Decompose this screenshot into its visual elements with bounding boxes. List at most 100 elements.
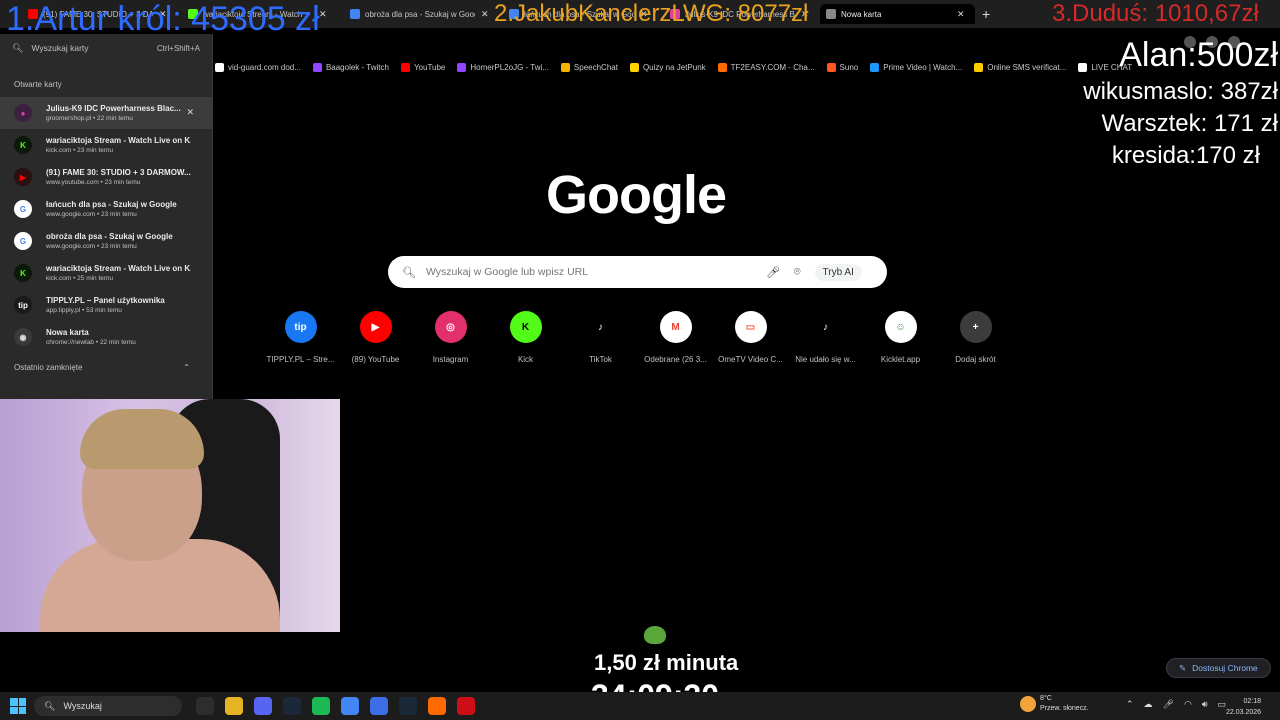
browser-tab[interactable]: obroża dla psa - Szukaj w Goog ✕	[344, 4, 502, 24]
open-tab-item[interactable]: Kwariaciktoja Stream - Watch Live on K..…	[0, 257, 212, 289]
top-donor: Alan:500zł	[1119, 36, 1278, 74]
customize-chrome-button[interactable]: ✎ Dostosuj Chrome	[1166, 658, 1271, 678]
wifi-icon[interactable]: ◠	[1184, 699, 1192, 710]
tab-favicon-icon	[826, 9, 836, 19]
battery-icon[interactable]: ▭	[1218, 699, 1227, 710]
bookmark-item[interactable]: Suno	[826, 62, 858, 72]
new-tab-button[interactable]: +	[982, 6, 990, 22]
close-icon[interactable]: ✕	[186, 107, 194, 118]
open-tab-meta: www.google.com • 23 min temu	[46, 211, 137, 218]
open-tab-text: Julius-K9 IDC Powerharness Blac... groome…	[46, 104, 191, 122]
microphone-icon[interactable]: 🎤︎	[1163, 699, 1174, 710]
shortcut-label: Dodaj skrót	[955, 355, 996, 364]
windows-taskbar: 🔍︎ Wyszukaj 8°C Przew. słonecz. ⌃ ☁ 🎤︎ ◠…	[0, 692, 1280, 720]
ai-mode-button[interactable]: Tryb AI	[814, 263, 862, 281]
shortcut-label: Kicklet.app	[880, 355, 921, 364]
bookmark-item[interactable]: HomerPL2oJG - Twi...	[457, 62, 549, 72]
open-tab-item[interactable]: ▶ (91) FAME 30: STUDIO + 3 DARMOW... www.y…	[0, 161, 212, 193]
windows-start-icon[interactable]	[10, 698, 26, 714]
open-tab-meta: kick.com • 23 min temu	[46, 147, 113, 154]
taskbar-app-icon[interactable]	[225, 697, 243, 715]
tab-favicon-icon: tip	[14, 296, 32, 314]
tab-favicon-icon: K	[14, 136, 32, 154]
open-tab-item[interactable]: Gobroża dla psa - Szukaj w Google www.goo…	[0, 225, 212, 257]
donation-rank-1: 1.Artur król: 45305 zł	[6, 0, 320, 38]
open-tab-text: wariaciktoja Stream - Watch Live on K...…	[46, 264, 191, 282]
bookmark-item[interactable]: vid-guard.com dod...	[215, 62, 301, 72]
browser-tab[interactable]: Nowa karta ✕	[820, 4, 975, 24]
close-icon[interactable]: ✕	[319, 9, 327, 20]
microphone-icon[interactable]: 🎤︎	[766, 266, 780, 279]
chevron-up-icon[interactable]: ⌃	[1126, 699, 1134, 710]
open-tab-item[interactable]: ◉ Nowa karta chrome://newtab • 22 min temu	[0, 321, 212, 353]
bookmark-favicon-icon	[717, 62, 727, 72]
open-tab-meta: chrome://newtab • 22 min temu	[46, 339, 136, 346]
shortcut-tile[interactable]: M Odebrane (26 3...	[638, 311, 713, 364]
taskbar-search-label: Wyszukaj	[63, 701, 102, 711]
taskbar-app-icon[interactable]	[370, 697, 388, 715]
taskbar-app-icon[interactable]	[312, 697, 330, 715]
shortcut-tile[interactable]: ☺ Kicklet.app	[863, 311, 938, 364]
donation-rank-2: 2.JakubKanclerzLWG: 8077zł	[494, 0, 809, 27]
taskbar-app-icon[interactable]	[428, 697, 446, 715]
tab-favicon-icon: ◉	[14, 328, 32, 346]
open-tab-item[interactable]: tip TIPPLY.PL – Panel użytkownika app.tipp…	[0, 289, 212, 321]
weather-temp: 8°C	[1040, 695, 1052, 702]
bookmark-favicon-icon	[826, 62, 836, 72]
bookmark-item[interactable]: Baagolek - Twitch	[312, 62, 389, 72]
bookmark-item[interactable]: Prime Video | Watch...	[870, 62, 963, 72]
pencil-icon: ✎	[1179, 662, 1187, 673]
taskbar-app-icon[interactable]	[254, 697, 272, 715]
bookmark-label: vid-guard.com dod...	[228, 62, 301, 72]
open-tabs-heading: Otwarte karty	[14, 80, 62, 89]
shortcut-tile[interactable]: + Dodaj skrót	[938, 311, 1013, 364]
volume-icon[interactable]: 🔊︎	[1202, 699, 1208, 710]
open-tab-meta: www.google.com • 23 min temu	[46, 243, 137, 250]
bookmark-item[interactable]: Quizy na JetPunk	[629, 62, 706, 72]
shortcut-tile[interactable]: ♪ Nie udało się w...	[788, 311, 863, 364]
taskbar-app-icon[interactable]	[457, 697, 475, 715]
search-icon: 🔍︎	[12, 42, 24, 53]
taskbar-search[interactable]: 🔍︎ Wyszukaj	[34, 696, 182, 716]
cloud-icon[interactable]: ☁	[1144, 699, 1153, 710]
shortcut-tile[interactable]: K Kick	[488, 311, 563, 364]
tab-favicon-icon	[350, 9, 360, 19]
customize-chrome-label: Dostosuj Chrome	[1192, 663, 1258, 673]
google-search-box[interactable]: 🔍︎ 🎤︎ ⌾ Tryb AI	[388, 256, 887, 288]
bookmark-item[interactable]: YouTube	[400, 62, 445, 72]
shortcut-tile[interactable]: ▶ (89) YouTube	[338, 311, 413, 364]
taskbar-apps	[196, 697, 475, 715]
bookmark-item[interactable]: TF2EASY.COM - Cha...	[717, 62, 815, 72]
donor-entry: kresida:170 zł	[1111, 142, 1260, 169]
bookmark-item[interactable]: Online SMS verificat...	[974, 62, 1066, 72]
bookmark-favicon-icon	[1078, 62, 1088, 72]
shortcut-tile[interactable]: ◎ Instagram	[413, 311, 488, 364]
donation-rank-3: 3.Duduś: 1010,67zł	[1052, 0, 1259, 27]
bookmark-favicon-icon	[400, 62, 410, 72]
bookmark-label: Baagolek - Twitch	[325, 62, 389, 72]
weather-widget[interactable]: 8°C Przew. słonecz.	[1020, 694, 1089, 714]
bookmark-item[interactable]: SpeechChat	[560, 62, 618, 72]
system-tray: ⌃ ☁ 🎤︎ ◠ 🔊︎ ▭	[1126, 699, 1226, 710]
open-tab-item[interactable]: ● Julius-K9 IDC Powerharness Blac... groom…	[0, 97, 212, 129]
tab-search-shortcut: Ctrl+Shift+A	[156, 43, 200, 53]
shortcut-tile[interactable]: ▭ OmeTV Video C...	[713, 311, 788, 364]
bookmark-label: HomerPL2oJG - Twi...	[470, 62, 549, 72]
close-icon[interactable]: ✕	[957, 9, 965, 20]
bookmark-label: Prime Video | Watch...	[883, 62, 963, 72]
taskbar-app-icon[interactable]	[399, 697, 417, 715]
shortcut-icon: M	[659, 311, 692, 343]
recently-closed-header[interactable]: Ostatnio zamknięte ⌃	[0, 353, 212, 372]
system-clock[interactable]: 02:18 22.03.2026	[1226, 696, 1261, 718]
open-tab-item[interactable]: Kwariaciktoja Stream - Watch Live on K..…	[0, 129, 212, 161]
open-tab-item[interactable]: Głańcuch dla psa - Szukaj w Google www.go…	[0, 193, 212, 225]
google-lens-icon[interactable]: ⌾	[794, 266, 801, 279]
taskbar-app-icon[interactable]	[283, 697, 301, 715]
donor-entry: wikusmaslo: 387zł	[1083, 78, 1278, 105]
taskbar-app-icon[interactable]	[196, 697, 214, 715]
taskbar-app-icon[interactable]	[341, 697, 359, 715]
shortcut-tile[interactable]: tip TIPPLY.PL – Stre...	[263, 311, 338, 364]
google-search-input[interactable]	[425, 266, 756, 278]
shortcut-tile[interactable]: ♪ TikTok	[563, 311, 638, 364]
close-icon[interactable]: ✕	[481, 9, 489, 20]
